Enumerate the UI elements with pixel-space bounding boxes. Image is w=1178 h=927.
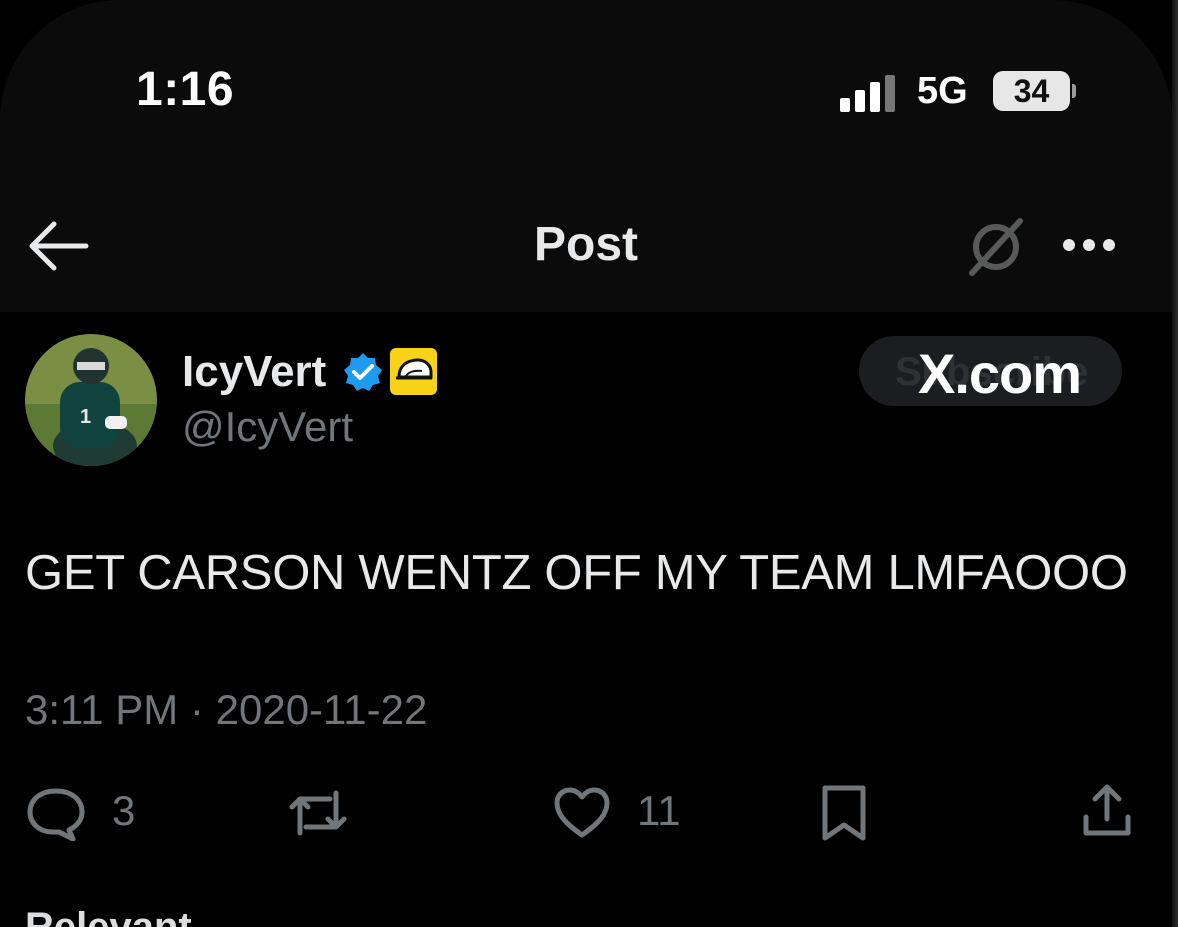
- repost-button[interactable]: [284, 785, 352, 841]
- reply-count: 3: [112, 787, 136, 834]
- bookmark-button[interactable]: [820, 783, 868, 843]
- battery-icon: 34: [993, 71, 1070, 111]
- reply-button[interactable]: [25, 785, 87, 842]
- battery-tip: [1072, 84, 1076, 98]
- avatar[interactable]: 1: [25, 334, 157, 466]
- author-handle[interactable]: @IcyVert: [182, 403, 353, 451]
- reply-sort-label[interactable]: Relevant: [25, 905, 192, 927]
- grok-icon: [969, 218, 1023, 276]
- affiliate-cap-badge[interactable]: [390, 348, 437, 395]
- more-horizontal-icon: [1063, 239, 1115, 251]
- device-edge: [1172, 0, 1178, 927]
- share-icon: [1083, 784, 1131, 836]
- bookmark-icon: [822, 785, 866, 841]
- share-button[interactable]: [1078, 783, 1136, 839]
- reply-icon: [27, 788, 85, 842]
- verified-badge-icon: [342, 351, 384, 393]
- xcom-watermark: X.com: [918, 342, 1082, 405]
- network-type: 5G: [917, 70, 968, 112]
- like-button[interactable]: [552, 785, 612, 841]
- grok-button[interactable]: [964, 215, 1028, 279]
- author-name[interactable]: IcyVert: [182, 347, 326, 397]
- battery-level: 34: [1013, 72, 1050, 109]
- status-time: 1:16: [136, 63, 235, 116]
- post-text: GET CARSON WENTZ OFF MY TEAM LMFAOOO: [25, 546, 1128, 600]
- cap-icon: [396, 358, 433, 380]
- post-timestamp[interactable]: 3:11 PM · 2020-11-22: [25, 686, 427, 734]
- signal-icon: [840, 72, 900, 112]
- repost-icon: [289, 790, 347, 836]
- like-count: 11: [637, 787, 681, 834]
- phone-screen: 1:16 5G 34 Post 1 IcyVert @IcyVert Subsc…: [0, 0, 1178, 927]
- more-button[interactable]: [1060, 230, 1118, 260]
- svg-text:1: 1: [80, 406, 91, 428]
- heart-icon: [554, 787, 610, 838]
